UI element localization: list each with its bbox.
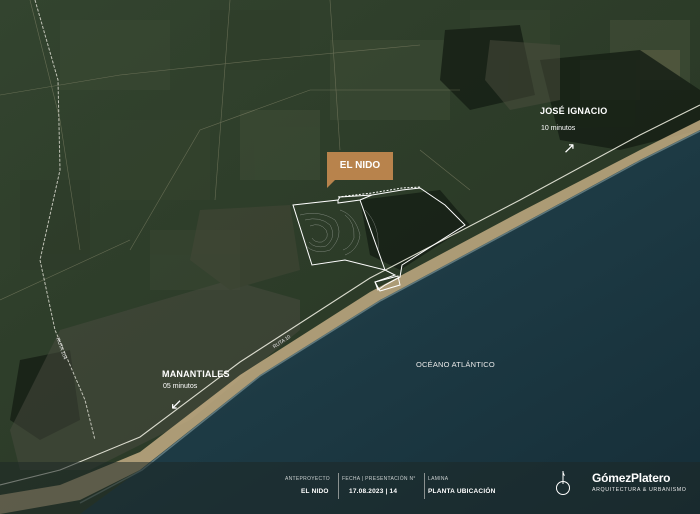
arrow-northeast-icon: ↗ bbox=[563, 139, 576, 157]
jose-ignacio-time: 10 minutos bbox=[541, 125, 576, 132]
anteproyecto-value: EL NIDO bbox=[301, 488, 329, 495]
anteproyecto-heading: ANTEPROYECTO bbox=[285, 476, 330, 482]
lamina-heading: LAMINA bbox=[428, 476, 449, 482]
map-screen: EL NIDO JOSÉ IGNACIO 10 minutos ↗ MANANT… bbox=[0, 0, 700, 514]
ocean-label: OCÉANO ATLÁNTICO bbox=[416, 360, 495, 369]
satellite-map[interactable] bbox=[0, 0, 700, 514]
footer-divider bbox=[338, 473, 339, 499]
place-manantiales[interactable]: MANANTIALES bbox=[162, 369, 230, 379]
footer-divider bbox=[424, 473, 425, 499]
arrow-southwest-icon: ↙ bbox=[170, 395, 183, 413]
lamina-value: PLANTA UBICACIÓN bbox=[428, 488, 496, 495]
brand-logo: GómezPlatero bbox=[592, 471, 671, 485]
north-arrow-icon bbox=[556, 471, 570, 495]
manantiales-time: 05 minutos bbox=[163, 383, 198, 390]
callout-tail bbox=[327, 180, 335, 188]
project-label[interactable]: EL NIDO bbox=[327, 152, 393, 180]
place-jose-ignacio[interactable]: JOSÉ IGNACIO bbox=[540, 106, 607, 116]
fecha-value: 17.08.2023 | 14 bbox=[349, 488, 398, 495]
brand-tagline: ARQUITECTURA & URBANISMO bbox=[592, 487, 687, 493]
fecha-heading: FECHA | PRESENTACIÓN N° bbox=[342, 476, 416, 482]
